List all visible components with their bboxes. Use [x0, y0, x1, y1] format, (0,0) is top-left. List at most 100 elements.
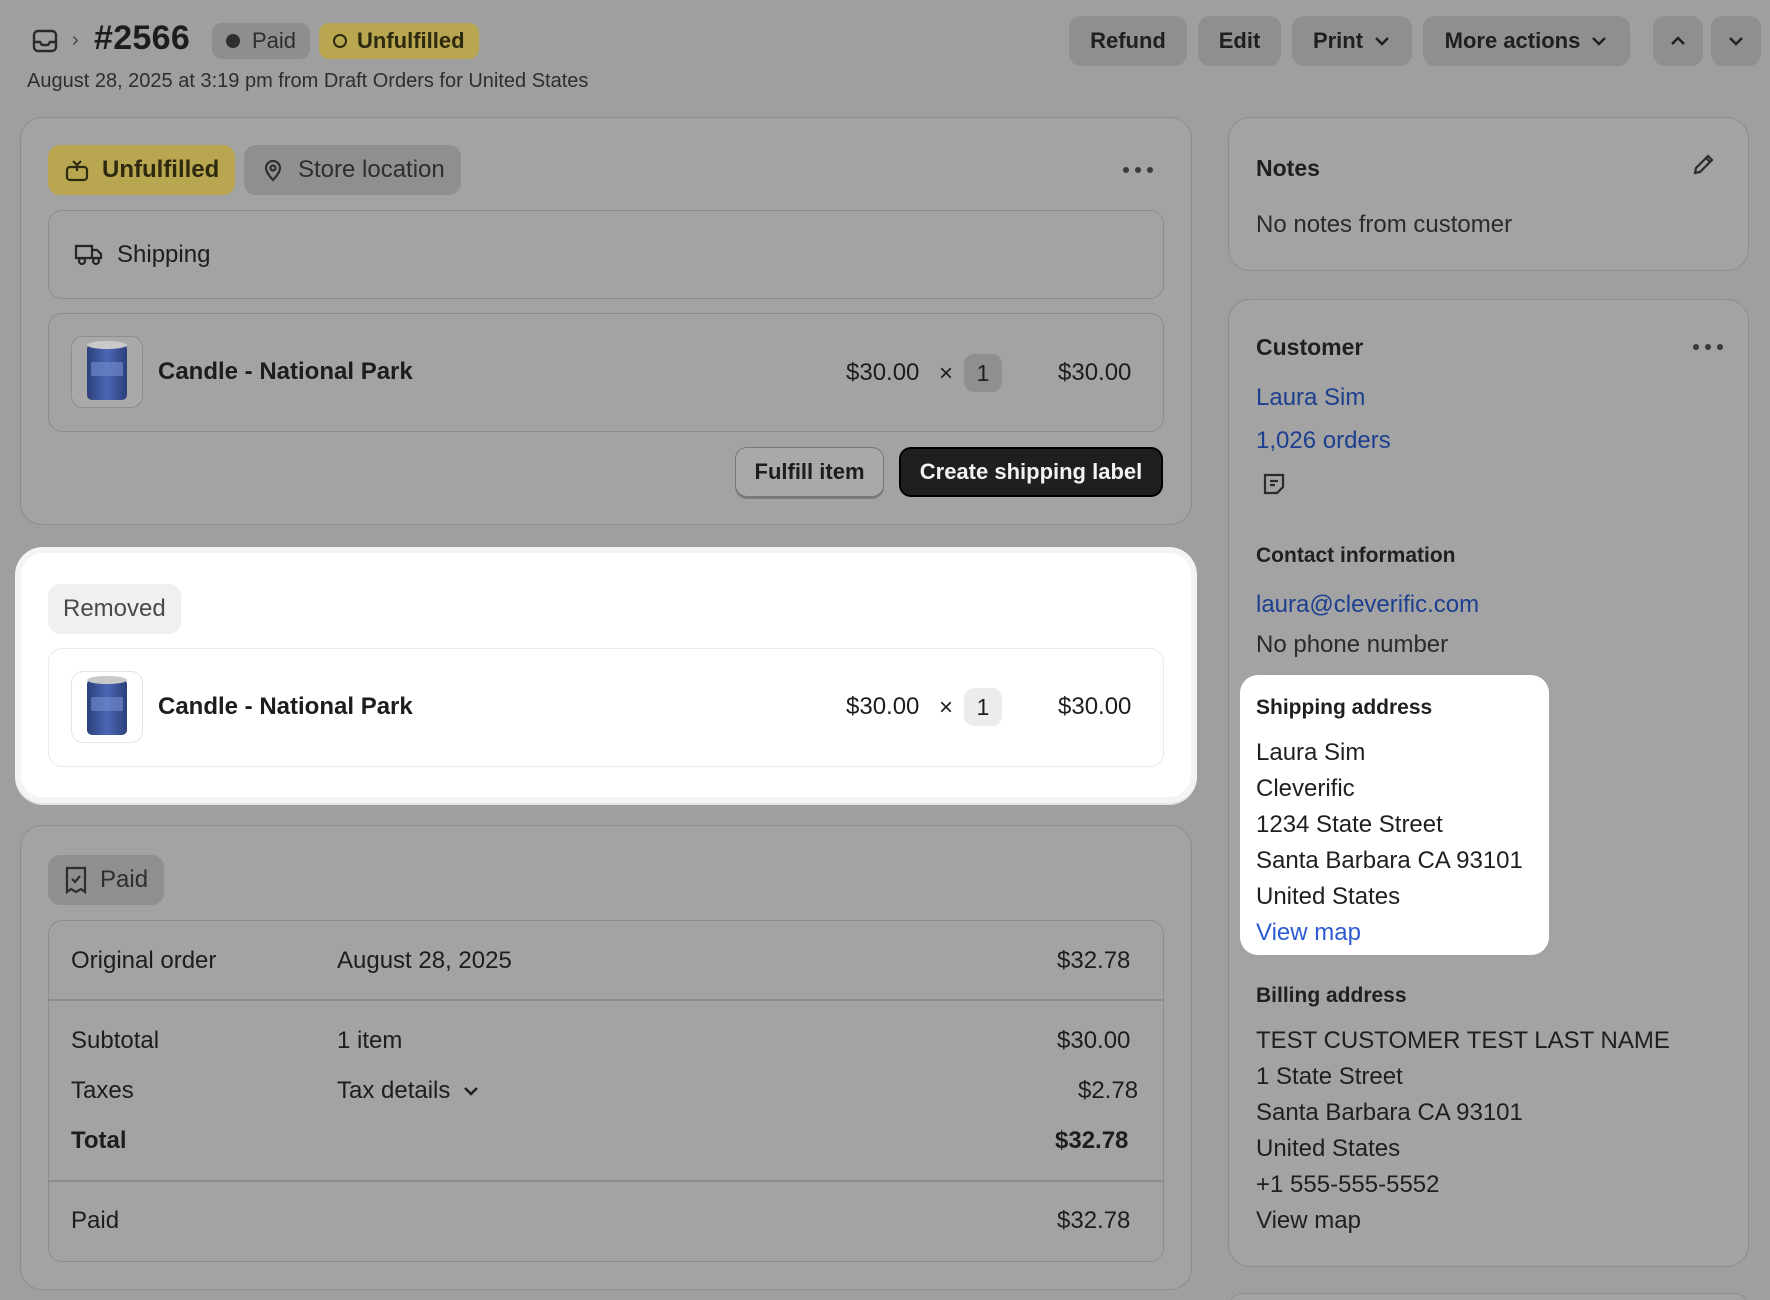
customer-name-link[interactable]: Laura Sim — [1256, 384, 1365, 412]
unfulfilled-box-icon — [65, 160, 89, 182]
quantity-value: 1 — [976, 359, 990, 386]
billing-address-line: Santa Barbara CA 93101 — [1256, 1099, 1523, 1126]
payment-status-badge: Paid — [212, 23, 311, 59]
product-thumbnail[interactable] — [71, 336, 143, 408]
shipping-view-map-link[interactable]: View map — [1256, 915, 1523, 951]
shipping-address-line: Santa Barbara CA 93101 — [1256, 847, 1523, 874]
shipping-address-line: Cleverific — [1256, 775, 1355, 802]
breadcrumb-chevron-icon: › — [72, 29, 79, 51]
removed-tag: Removed — [48, 584, 181, 634]
more-actions-label: More actions — [1444, 28, 1581, 53]
customer-title: Customer — [1256, 334, 1364, 360]
original-order-date: August 28, 2025 — [337, 947, 512, 974]
taxes-amount: $2.78 — [1078, 1077, 1139, 1104]
product-name[interactable]: Candle - National Park — [158, 358, 413, 386]
shipping-address-line: 1234 State Street — [1256, 811, 1443, 838]
removed-product-name[interactable]: Candle - National Park — [158, 693, 413, 721]
fulfill-item-label: Fulfill item — [754, 459, 865, 484]
divider — [49, 999, 1163, 1001]
customer-more-icon[interactable] — [1693, 344, 1723, 350]
removed-tag-label: Removed — [63, 595, 166, 622]
billing-address-line: +1 555-555-5552 — [1256, 1171, 1440, 1198]
shipping-address-title: Shipping address — [1256, 696, 1433, 719]
fulfillment-status-label: Unfulfilled — [357, 28, 465, 53]
line-total: $30.00 — [1058, 359, 1132, 386]
delivery-method-label: Shipping — [117, 241, 211, 268]
removed-line-total: $30.00 — [1058, 693, 1132, 720]
paid-tag: Paid — [48, 855, 165, 905]
chevron-down-icon — [1729, 37, 1743, 46]
chevron-down-icon — [1375, 37, 1389, 46]
chevron-down-icon — [1592, 37, 1607, 46]
paid-amount: $32.78 — [1057, 1207, 1131, 1234]
ring-icon — [333, 34, 347, 48]
original-order-amount: $32.78 — [1057, 947, 1131, 974]
refund-button[interactable]: Refund — [1069, 16, 1187, 66]
billing-view-map-link[interactable]: View map — [1256, 1203, 1670, 1239]
next-card — [1228, 1293, 1749, 1300]
subtotal-detail: 1 item — [337, 1027, 403, 1054]
edit-button[interactable]: Edit — [1198, 16, 1281, 66]
notes-title: Notes — [1256, 155, 1320, 181]
removed-quantity-badge: 1 — [964, 688, 1002, 726]
more-actions-button[interactable]: More actions — [1423, 16, 1630, 66]
order-number: #2566 — [94, 19, 191, 57]
billing-address-line: 1 State Street — [1256, 1063, 1403, 1090]
fulfill-item-button[interactable]: Fulfill item — [735, 447, 884, 497]
times-sign: × — [939, 360, 954, 387]
customer-note-icon[interactable] — [1261, 471, 1287, 497]
contact-info-title: Contact information — [1256, 544, 1456, 567]
total-label: Total — [71, 1127, 127, 1154]
edit-label: Edit — [1218, 28, 1261, 53]
unfulfilled-tag-label: Unfulfilled — [102, 156, 220, 183]
paid-label: Paid — [71, 1207, 120, 1234]
location-pin-icon — [264, 159, 282, 182]
truck-icon — [74, 244, 103, 266]
removed-quantity-value: 1 — [976, 693, 990, 720]
order-subline: August 28, 2025 at 3:19 pm from Draft Or… — [27, 70, 589, 92]
customer-orders-link[interactable]: 1,026 orders — [1256, 427, 1391, 455]
unfulfilled-tag: Unfulfilled — [48, 145, 236, 195]
billing-address-line: TEST CUSTOMER TEST LAST NAME — [1256, 1027, 1670, 1054]
payment-status-label: Paid — [252, 28, 297, 53]
fulfillment-status-badge: Unfulfilled — [319, 23, 479, 59]
chevron-down-icon — [464, 1087, 479, 1096]
removed-product-thumbnail[interactable] — [71, 671, 143, 743]
total-amount: $32.78 — [1055, 1127, 1129, 1154]
create-shipping-label-label: Create shipping label — [919, 459, 1143, 484]
print-button[interactable]: Print — [1292, 16, 1412, 66]
store-location-label: Store location — [298, 156, 445, 183]
create-shipping-label-button[interactable]: Create shipping label — [899, 447, 1163, 497]
dot-icon — [226, 34, 240, 48]
next-order-button[interactable] — [1711, 16, 1761, 66]
customer-phone: No phone number — [1256, 631, 1449, 658]
shipping-address-lines: Laura Sim Cleverific 1234 State Street S… — [1256, 735, 1523, 951]
orders-inbox-icon[interactable] — [29, 25, 61, 57]
tax-details-toggle[interactable]: Tax details — [337, 1077, 480, 1105]
tax-details-label: Tax details — [337, 1077, 451, 1104]
quantity-badge: 1 — [964, 354, 1002, 392]
shipping-address-line: United States — [1256, 883, 1401, 910]
unit-price: $30.00 — [846, 359, 920, 386]
fulfillment-more-icon[interactable] — [1123, 167, 1153, 173]
candle-image — [87, 341, 127, 400]
customer-email-link[interactable]: laura@cleverific.com — [1256, 591, 1479, 619]
shipping-address-line: Laura Sim — [1256, 739, 1366, 766]
store-location-tag[interactable]: Store location — [244, 145, 461, 195]
candle-image — [87, 676, 127, 735]
subtotal-label: Subtotal — [71, 1027, 160, 1054]
pencil-icon[interactable] — [1691, 151, 1717, 177]
billing-address-line: United States — [1256, 1135, 1401, 1162]
removed-unit-price: $30.00 — [846, 693, 920, 720]
paid-tag-label: Paid — [100, 866, 149, 893]
delivery-method-row — [48, 210, 1164, 299]
refund-label: Refund — [1090, 28, 1166, 53]
previous-order-button[interactable] — [1653, 16, 1703, 66]
billing-address-lines: TEST CUSTOMER TEST LAST NAME 1 State Str… — [1256, 1023, 1670, 1239]
receipt-icon — [65, 866, 87, 894]
divider — [49, 1180, 1163, 1182]
chevron-up-icon — [1671, 36, 1685, 45]
notes-text: No notes from customer — [1256, 211, 1513, 238]
print-label: Print — [1312, 28, 1364, 53]
billing-address-title: Billing address — [1256, 984, 1407, 1007]
